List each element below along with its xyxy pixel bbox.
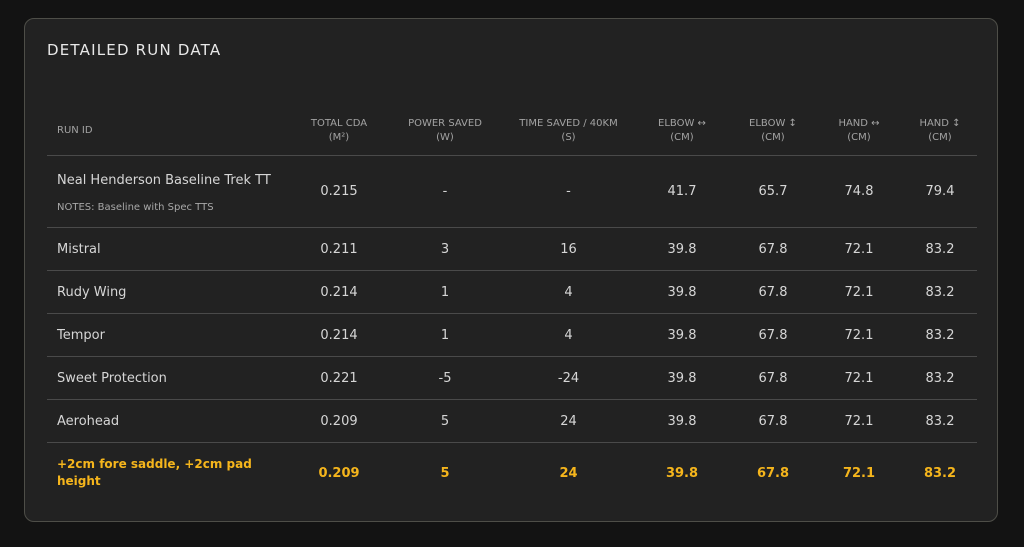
table-row[interactable]: Neal Henderson Baseline Trek TT NOTES: Ba… — [47, 155, 977, 228]
cell-total-cda: 0.211 — [292, 227, 386, 271]
cell-hand-horizontal: 72.1 — [815, 313, 903, 357]
cell-elbow-vertical: 67.8 — [731, 227, 815, 271]
cell-total-cda: 0.215 — [292, 155, 386, 228]
cell-elbow-horizontal: 39.8 — [633, 313, 731, 357]
table-row-highlighted[interactable]: +2cm fore saddle, +2cm pad height 0.209 … — [47, 443, 977, 504]
cell-power-saved: 1 — [386, 270, 504, 314]
card-title: DETAILED RUN DATA — [47, 41, 222, 59]
cell-power-saved: 1 — [386, 313, 504, 357]
cell-run-id: Aerohead — [47, 399, 292, 443]
header-hand-horizontal[interactable]: HAND ↔ (CM) — [815, 107, 903, 156]
cell-total-cda: 0.214 — [292, 313, 386, 357]
run-data-card: DETAILED RUN DATA RUN ID TOTAL CDA (M²) P… — [24, 18, 998, 522]
cell-elbow-vertical: 67.8 — [756, 465, 790, 481]
cell-elbow-vertical: 67.8 — [731, 356, 815, 400]
cell-hand-vertical: 83.2 — [903, 270, 977, 314]
cell-elbow-vertical: 67.8 — [731, 270, 815, 314]
cell-total-cda: 0.214 — [292, 270, 386, 314]
header-power-saved[interactable]: POWER SAVED (W) — [386, 107, 504, 156]
table-row[interactable]: Sweet Protection 0.221 -5 -24 39.8 67.8 … — [47, 356, 977, 400]
table-row[interactable]: Aerohead 0.209 5 24 39.8 67.8 72.1 83.2 — [47, 399, 977, 443]
cell-power-saved: -5 — [386, 356, 504, 400]
cell-hand-horizontal: 72.1 — [842, 465, 876, 481]
cell-run-id: Mistral — [47, 227, 292, 271]
table-row[interactable]: Rudy Wing 0.214 1 4 39.8 67.8 72.1 83.2 — [47, 270, 977, 314]
cell-time-saved: 16 — [504, 227, 633, 271]
cell-hand-horizontal: 72.1 — [815, 270, 903, 314]
header-time-saved[interactable]: TIME SAVED / 40KM (S) — [504, 107, 633, 156]
cell-hand-horizontal: 74.8 — [815, 155, 903, 228]
cell-elbow-vertical: 67.8 — [731, 313, 815, 357]
cell-hand-vertical: 83.2 — [923, 465, 957, 481]
cell-run-id: Sweet Protection — [47, 356, 292, 400]
cell-power-saved: 5 — [440, 465, 450, 481]
header-hand-vertical[interactable]: HAND ↕ (CM) — [903, 107, 977, 156]
run-data-table: RUN ID TOTAL CDA (M²) POWER SAVED (W) TIME… — [47, 107, 977, 503]
cell-time-saved: 24 — [559, 465, 578, 481]
cell-power-saved: 3 — [386, 227, 504, 271]
table-row[interactable]: Tempor 0.214 1 4 39.8 67.8 72.1 83.2 — [47, 313, 977, 357]
header-total-cda[interactable]: TOTAL CDA (M²) — [292, 107, 386, 156]
cell-elbow-horizontal: 41.7 — [633, 155, 731, 228]
cell-hand-horizontal: 72.1 — [815, 399, 903, 443]
cell-elbow-horizontal: 39.8 — [633, 270, 731, 314]
cell-elbow-horizontal: 39.8 — [633, 356, 731, 400]
cell-hand-vertical: 83.2 — [903, 399, 977, 443]
table-row[interactable]: Mistral 0.211 3 16 39.8 67.8 72.1 83.2 — [47, 227, 977, 271]
table-header-row: RUN ID TOTAL CDA (M²) POWER SAVED (W) TIME… — [47, 107, 977, 156]
cell-power-saved: - — [386, 155, 504, 228]
cell-total-cda: 0.221 — [292, 356, 386, 400]
header-run-id[interactable]: RUN ID — [47, 107, 292, 156]
cell-elbow-vertical: 67.8 — [731, 399, 815, 443]
cell-power-saved: 5 — [386, 399, 504, 443]
cell-run-id: Tempor — [47, 313, 292, 357]
cell-hand-vertical: 79.4 — [903, 155, 977, 228]
cell-hand-vertical: 83.2 — [903, 227, 977, 271]
cell-hand-horizontal: 72.1 — [815, 227, 903, 271]
cell-elbow-horizontal: 39.8 — [665, 465, 699, 481]
cell-time-saved: -24 — [504, 356, 633, 400]
run-notes: NOTES: Baseline with Spec TTS — [57, 201, 214, 213]
header-elbow-horizontal[interactable]: ELBOW ↔ (CM) — [633, 107, 731, 156]
cell-time-saved: 4 — [504, 270, 633, 314]
cell-time-saved: 4 — [504, 313, 633, 357]
cell-total-cda: 0.209 — [318, 465, 360, 481]
cell-total-cda: 0.209 — [292, 399, 386, 443]
cell-run-id: +2cm fore saddle, +2cm pad height — [57, 457, 252, 488]
cell-hand-vertical: 83.2 — [903, 356, 977, 400]
cell-elbow-horizontal: 39.8 — [633, 399, 731, 443]
cell-hand-vertical: 83.2 — [903, 313, 977, 357]
cell-run-id: Neal Henderson Baseline Trek TT NOTES: Ba… — [47, 155, 292, 228]
cell-run-id: Rudy Wing — [47, 270, 292, 314]
cell-elbow-horizontal: 39.8 — [633, 227, 731, 271]
header-elbow-vertical[interactable]: ELBOW ↕ (CM) — [731, 107, 815, 156]
cell-time-saved: - — [504, 155, 633, 228]
cell-elbow-vertical: 65.7 — [731, 155, 815, 228]
cell-time-saved: 24 — [504, 399, 633, 443]
cell-hand-horizontal: 72.1 — [815, 356, 903, 400]
